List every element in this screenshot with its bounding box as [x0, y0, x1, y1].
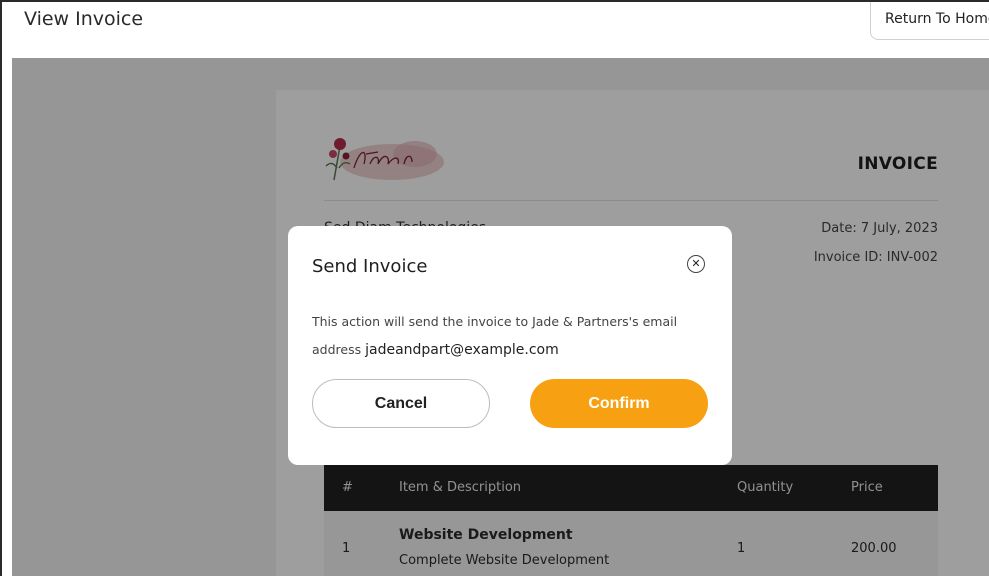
confirm-button[interactable]: Confirm: [530, 379, 708, 428]
page-title: View Invoice: [24, 8, 144, 30]
close-icon[interactable]: ✕: [687, 255, 705, 273]
return-home-button[interactable]: Return To Home: [870, 2, 989, 40]
page-header: View Invoice Return To Home: [2, 2, 989, 58]
cancel-button[interactable]: Cancel: [312, 379, 490, 428]
app-window: View Invoice Return To Home INVOICE Sed …: [0, 0, 989, 576]
send-invoice-modal: Send Invoice ✕ This action will send the…: [288, 226, 732, 465]
modal-message: This action will send the invoice to Jad…: [312, 308, 712, 364]
modal-title: Send Invoice: [312, 256, 428, 277]
recipient-email: jadeandpart@example.com: [365, 342, 559, 358]
